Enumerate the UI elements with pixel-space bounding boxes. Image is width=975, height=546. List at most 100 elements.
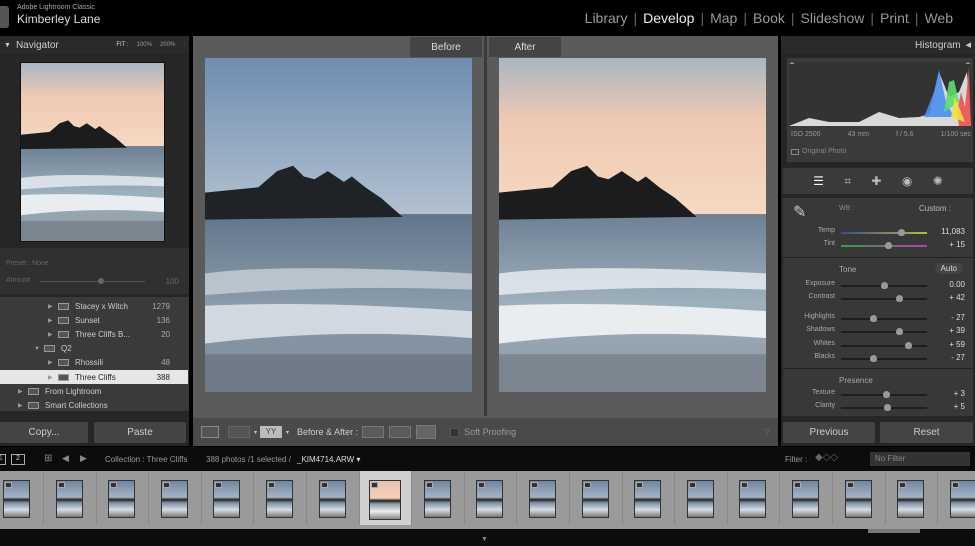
auto-tone-button[interactable]: Auto <box>935 263 963 274</box>
histogram-header[interactable]: Histogram ◀ <box>781 36 975 54</box>
highlights-knob[interactable] <box>870 315 877 322</box>
edit-sliders-icon[interactable]: ☰ <box>813 174 824 188</box>
tint-slider[interactable]: Tint+ 15 <box>783 240 975 252</box>
whites-slider[interactable]: Whites+ 59 <box>783 340 975 352</box>
contrast-slider[interactable]: Contrast+ 42 <box>783 293 975 305</box>
clarity-slider[interactable]: Clarity+ 5 <box>783 402 975 414</box>
original-photo-toggle[interactable]: Original Photo <box>791 148 846 155</box>
loupe-view-button[interactable] <box>201 426 219 438</box>
zoom-more[interactable]: : <box>183 42 185 48</box>
white-balance-eyedropper-icon[interactable]: ✎ <box>793 202 806 222</box>
exposure-slider[interactable]: Exposure0.00 <box>783 280 975 292</box>
filmstrip-thumbnail[interactable] <box>518 471 570 525</box>
filmstrip-thumbnail[interactable] <box>886 471 938 525</box>
filter-select[interactable]: No Filter <box>870 452 970 466</box>
copy-after-to-before-button[interactable] <box>389 426 411 438</box>
clarity-knob[interactable] <box>884 404 891 411</box>
masking-icon[interactable]: ✺ <box>933 174 943 188</box>
temp-track[interactable] <box>841 232 927 234</box>
filmstrip-thumbnail[interactable] <box>781 471 833 525</box>
temp-slider[interactable]: Temp11,083 <box>783 227 975 239</box>
collection-item[interactable]: ▶Sunset136 <box>0 313 188 327</box>
blacks-slider[interactable]: Blacks- 27 <box>783 353 975 365</box>
current-file[interactable]: _KIM4714.ARW ▾ <box>297 455 360 464</box>
collapsed-triangle-icon[interactable]: ▶ <box>48 331 58 338</box>
shadows-track[interactable] <box>841 331 927 333</box>
contrast-knob[interactable] <box>896 295 903 302</box>
filmstrip-thumbnail[interactable] <box>676 471 728 525</box>
reset-button[interactable]: Reset <box>880 422 973 443</box>
wb-select[interactable]: Custom : <box>919 204 951 213</box>
module-slideshow[interactable]: Slideshow <box>801 10 865 26</box>
before-photo[interactable] <box>205 58 472 392</box>
collection-item[interactable]: ▼Q2 <box>0 342 188 356</box>
chevron-down-icon[interactable]: ▾ <box>254 429 257 436</box>
copy-button[interactable]: Copy... <box>0 422 88 443</box>
module-library[interactable]: Library <box>585 10 628 26</box>
collapsed-triangle-icon[interactable]: ▶ <box>18 402 28 409</box>
collection-item[interactable]: ▶Stacey x Witch1279 <box>0 299 188 313</box>
filmstrip-thumbnail[interactable] <box>0 471 44 525</box>
amount-slider-knob[interactable] <box>98 278 104 284</box>
red-eye-icon[interactable]: ◉ <box>902 174 912 188</box>
amount-slider[interactable] <box>40 281 145 282</box>
filmstrip-thumbnail[interactable] <box>308 471 360 525</box>
collapsed-triangle-icon[interactable]: ▶ <box>48 317 58 324</box>
paste-button[interactable]: Paste <box>94 422 186 443</box>
before-after-view-button[interactable]: YY <box>260 426 282 438</box>
zoom-fit[interactable]: FIT : <box>116 42 128 48</box>
filmstrip-thumbnail[interactable] <box>623 471 675 525</box>
texture-slider[interactable]: Texture+ 3 <box>783 389 975 401</box>
contrast-track[interactable] <box>841 298 927 300</box>
navigator-header[interactable]: ▼ Navigator FIT : 100% 200% : <box>0 36 189 54</box>
collection-item[interactable]: ▶From Lightroom <box>0 384 188 398</box>
secondary-window-button[interactable]: 2 <box>11 454 25 465</box>
collapsed-triangle-icon[interactable]: ▶ <box>18 388 28 395</box>
collapsed-triangle-icon[interactable]: ▶ <box>48 359 58 366</box>
clarity-track[interactable] <box>841 407 927 409</box>
whites-knob[interactable] <box>905 342 912 349</box>
grid-icon[interactable]: ⊞ <box>44 453 52 464</box>
filmstrip-thumbnail[interactable] <box>939 471 975 525</box>
collapse-filmstrip-icon[interactable]: ▼ <box>481 536 488 543</box>
crop-icon[interactable]: ⌗ <box>844 174 851 189</box>
exposure-track[interactable] <box>841 285 927 287</box>
shadows-knob[interactable] <box>896 328 903 335</box>
healing-icon[interactable]: ✚ <box>871 174 881 188</box>
tint-track[interactable] <box>841 245 927 247</box>
after-photo[interactable] <box>499 58 766 392</box>
filmstrip-thumbnail[interactable] <box>97 471 149 525</box>
collection-source[interactable]: Collection : Three Cliffs <box>105 455 187 464</box>
filmstrip-thumbnail[interactable] <box>255 471 307 525</box>
highlights-slider[interactable]: Highlights- 27 <box>783 313 975 325</box>
expanded-triangle-icon[interactable]: ▼ <box>34 346 44 352</box>
flag-filter-icons[interactable]: ◆◇◇ <box>815 452 838 463</box>
highlights-track[interactable] <box>841 318 927 320</box>
filmstrip-thumbnail[interactable] <box>834 471 886 525</box>
whites-track[interactable] <box>841 345 927 347</box>
collection-item[interactable]: ▶Rhossili48 <box>0 356 188 370</box>
navigator-preview[interactable] <box>20 62 165 242</box>
filmstrip-thumbnail[interactable] <box>413 471 465 525</box>
collection-item[interactable]: ▶Three Cliffs388 <box>0 370 188 384</box>
filmstrip-thumbnail[interactable] <box>571 471 623 525</box>
swap-button[interactable] <box>416 425 436 439</box>
soft-proofing-checkbox[interactable] <box>450 428 459 437</box>
texture-knob[interactable] <box>883 391 890 398</box>
module-web[interactable]: Web <box>924 10 953 26</box>
module-book[interactable]: Book <box>753 10 785 26</box>
texture-track[interactable] <box>841 394 927 396</box>
tint-knob[interactable] <box>885 242 892 249</box>
toolbar-menu-icon[interactable]: ▽ <box>765 428 770 436</box>
blacks-knob[interactable] <box>870 355 877 362</box>
filmstrip-thumbnail[interactable] <box>202 471 254 525</box>
exposure-knob[interactable] <box>881 282 888 289</box>
collapsed-triangle-icon[interactable]: ▶ <box>48 303 58 310</box>
zoom-200[interactable]: 200% <box>160 42 175 48</box>
module-develop[interactable]: Develop <box>643 10 694 26</box>
filmstrip-thumbnail[interactable] <box>45 471 97 525</box>
copy-before-to-after-button[interactable] <box>362 426 384 438</box>
filmstrip-thumbnail[interactable] <box>728 471 780 525</box>
scrollbar-thumb[interactable] <box>868 529 920 533</box>
shadows-slider[interactable]: Shadows+ 39 <box>783 326 975 338</box>
